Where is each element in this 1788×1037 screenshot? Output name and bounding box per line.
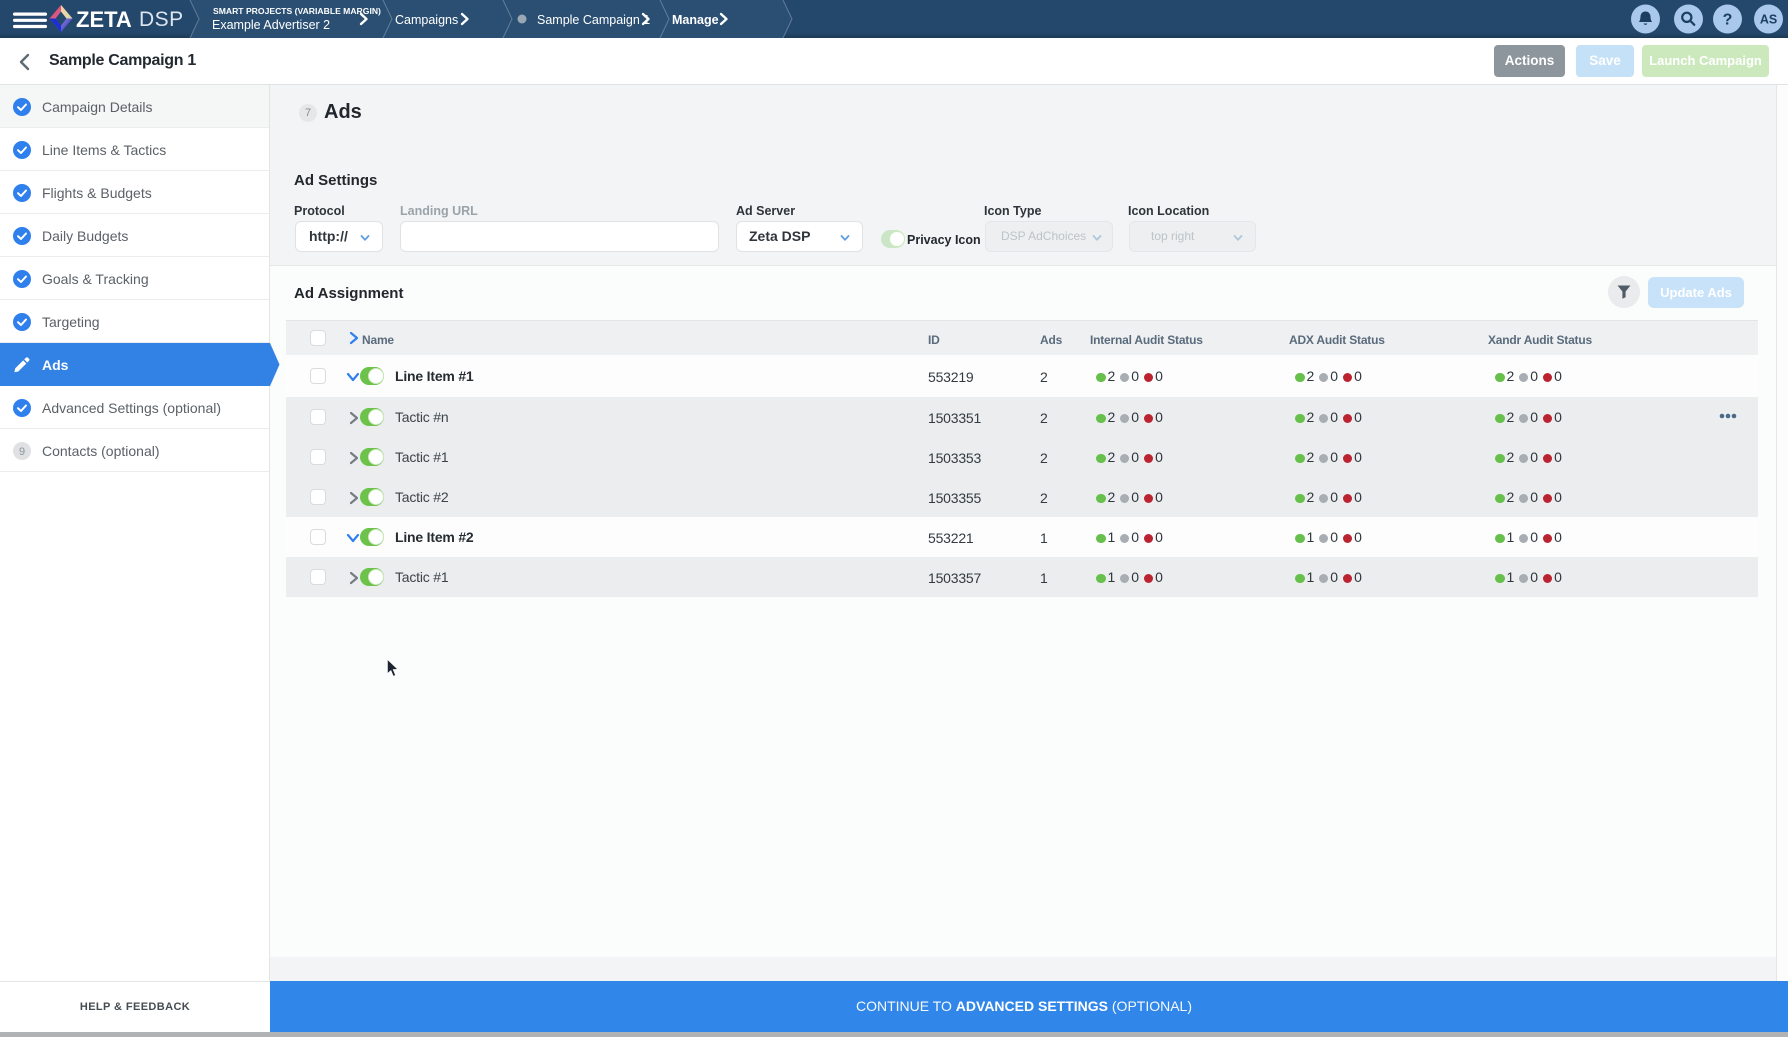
svg-text:AS: AS <box>1760 13 1777 27</box>
svg-text:?: ? <box>1723 12 1733 29</box>
svg-text:9: 9 <box>19 446 25 458</box>
